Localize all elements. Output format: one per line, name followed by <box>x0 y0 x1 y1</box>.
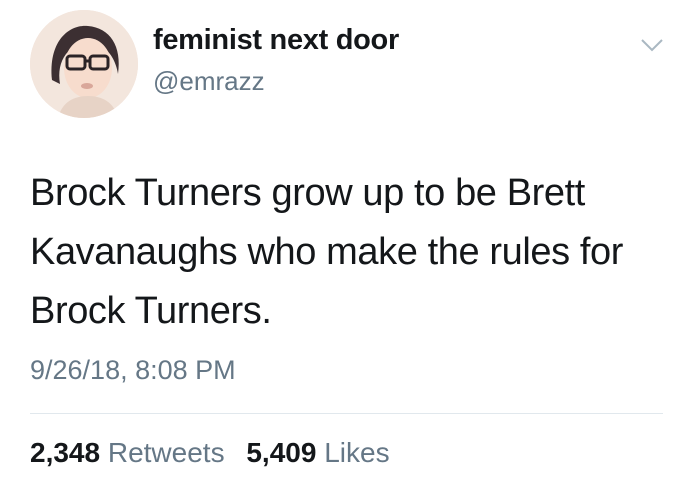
display-name[interactable]: feminist next door <box>153 24 399 57</box>
chevron-down-icon[interactable] <box>640 36 664 54</box>
retweets-stat[interactable]: 2,348 Retweets <box>30 437 225 469</box>
tweet-stats: 2,348 Retweets 5,409 Likes <box>30 437 404 469</box>
retweets-count: 2,348 <box>30 437 101 468</box>
likes-stat[interactable]: 5,409 Likes <box>246 437 389 469</box>
avatar-portrait <box>30 10 138 118</box>
retweets-label: Retweets <box>107 437 225 468</box>
user-handle[interactable]: @emrazz <box>153 66 265 97</box>
divider <box>30 413 663 414</box>
tweet-timestamp[interactable]: 9/26/18, 8:08 PM <box>30 355 236 386</box>
tweet-card: feminist next door @emrazz Brock Turners… <box>0 0 690 495</box>
avatar[interactable] <box>30 10 138 118</box>
likes-count: 5,409 <box>246 437 317 468</box>
tweet-text: Brock Turners grow up to be Brett Kavana… <box>30 172 624 332</box>
likes-label: Likes <box>324 437 390 468</box>
